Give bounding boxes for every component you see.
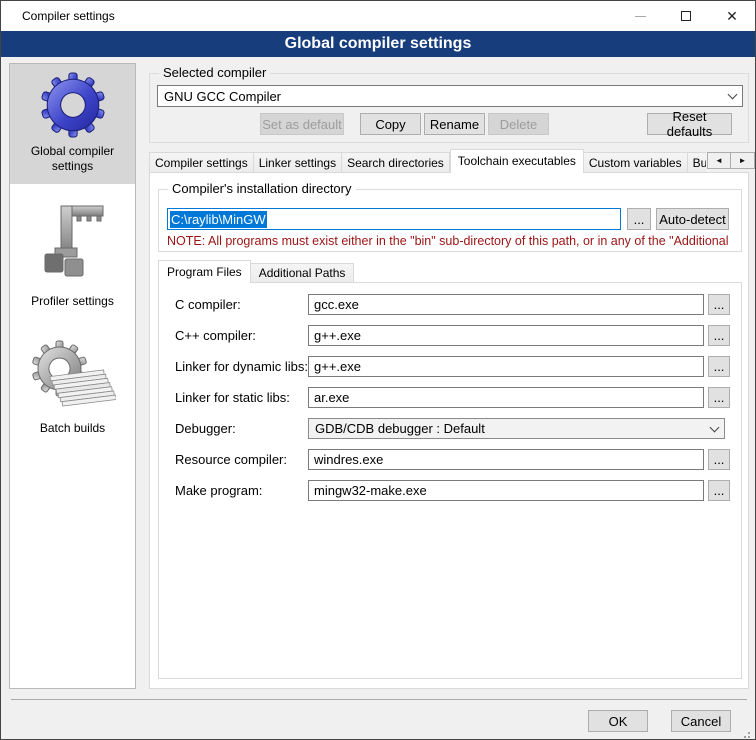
resource-compiler-label: Resource compiler: [175, 449, 287, 470]
tab-scroll-right-icon[interactable]: ► [731, 152, 755, 169]
make-program-label: Make program: [175, 480, 262, 501]
compiler-select[interactable]: GNU GCC Compiler [157, 85, 743, 107]
selected-compiler-legend: Selected compiler [159, 65, 270, 80]
compiler-settings-dialog: Compiler settings ✕ Global compiler sett… [0, 0, 756, 740]
minimize-icon [635, 16, 646, 17]
tab-search-directories[interactable]: Search directories [342, 152, 450, 173]
cancel-button[interactable]: Cancel [671, 710, 731, 732]
sidebar-item-profiler-settings[interactable]: Profiler settings [10, 196, 135, 319]
c-compiler-browse-button[interactable]: ... [708, 294, 730, 315]
resource-compiler-browse-button[interactable]: ... [708, 449, 730, 470]
settings-tab-strip: Compiler settings Linker settings Search… [149, 149, 706, 173]
subtab-additional-paths[interactable]: Additional Paths [251, 263, 355, 283]
page-title: Global compiler settings [1, 31, 755, 57]
sidebar-item-label: Batch builds [40, 421, 105, 435]
compiler-select-value: GNU GCC Compiler [164, 89, 281, 104]
sidebar-item-batch-builds[interactable]: Batch builds [10, 331, 135, 446]
footer-divider [11, 699, 747, 700]
close-button[interactable]: ✕ [709, 1, 755, 31]
linker-static-browse-button[interactable]: ... [708, 387, 730, 408]
window-title: Compiler settings [1, 9, 115, 23]
installation-directory-input[interactable]: C:\raylib\MinGW [167, 208, 621, 230]
debugger-label: Debugger: [175, 418, 236, 439]
linker-dynamic-browse-button[interactable]: ... [708, 356, 730, 377]
tab-scroll-buttons: ◄ ► [707, 152, 755, 169]
form-row-linker-static: Linker for static libs: ... [159, 387, 741, 408]
make-program-browse-button[interactable]: ... [708, 480, 730, 501]
reset-defaults-button[interactable]: Reset defaults [647, 113, 732, 135]
tab-compiler-settings[interactable]: Compiler settings [149, 152, 254, 173]
tab-custom-variables[interactable]: Custom variables [584, 152, 688, 173]
form-row-cpp-compiler: C++ compiler: ... [159, 325, 741, 346]
form-row-make-program: Make program: ... [159, 480, 741, 501]
linker-dynamic-label: Linker for dynamic libs: [175, 356, 308, 377]
title-bar: Compiler settings ✕ [1, 1, 755, 31]
cpp-compiler-browse-button[interactable]: ... [708, 325, 730, 346]
note-text: NOTE: All programs must exist either in … [167, 234, 739, 248]
tab-linker-settings[interactable]: Linker settings [254, 152, 342, 173]
sidebar-item-global-compiler-settings[interactable]: Global compiler settings [10, 64, 135, 184]
c-compiler-input[interactable] [308, 294, 704, 315]
window-controls: ✕ [617, 1, 755, 31]
rename-button[interactable]: Rename [424, 113, 485, 135]
gray-gear-stack-icon [14, 339, 131, 415]
debugger-select[interactable]: GDB/CDB debugger : Default [308, 418, 725, 439]
form-row-debugger: Debugger: GDB/CDB debugger : Default [159, 418, 741, 439]
installation-directory-legend: Compiler's installation directory [168, 181, 356, 196]
tab-scroll-left-icon[interactable]: ◄ [707, 152, 731, 169]
delete-button[interactable]: Delete [488, 113, 549, 135]
caliper-icon [14, 204, 131, 288]
copy-button[interactable]: Copy [360, 113, 421, 135]
browse-directory-button[interactable]: ... [627, 208, 651, 230]
linker-static-input[interactable] [308, 387, 704, 408]
chevron-down-icon [710, 422, 720, 432]
subtab-program-files[interactable]: Program Files [158, 260, 251, 283]
program-subtab-strip: Program Files Additional Paths [158, 260, 354, 283]
form-row-resource-compiler: Resource compiler: ... [159, 449, 741, 470]
settings-sidebar: Global compiler settings [9, 63, 136, 689]
blue-gear-icon [14, 72, 131, 138]
installation-directory-value: C:\raylib\MinGW [170, 211, 267, 228]
selected-compiler-group: Selected compiler GNU GCC Compiler Set a… [149, 73, 749, 143]
auto-detect-button[interactable]: Auto-detect [656, 208, 729, 230]
toolchain-executables-panel: Compiler's installation directory C:\ray… [149, 172, 749, 689]
cpp-compiler-label: C++ compiler: [175, 325, 256, 346]
tab-toolchain-executables[interactable]: Toolchain executables [450, 149, 584, 173]
installation-directory-group: Compiler's installation directory C:\ray… [158, 189, 742, 252]
sidebar-item-label: Global compiler settings [31, 144, 114, 173]
sidebar-item-label: Profiler settings [31, 294, 114, 308]
linker-dynamic-input[interactable] [308, 356, 704, 377]
chevron-down-icon [728, 90, 738, 100]
tab-build-options[interactable]: Build options [688, 152, 706, 173]
maximize-button[interactable] [663, 1, 709, 31]
linker-static-label: Linker for static libs: [175, 387, 290, 408]
ok-button[interactable]: OK [588, 710, 648, 732]
c-compiler-label: C compiler: [175, 294, 241, 315]
form-row-linker-dynamic: Linker for dynamic libs: ... [159, 356, 741, 377]
make-program-input[interactable] [308, 480, 704, 501]
maximize-icon [681, 11, 691, 21]
minimize-button[interactable] [617, 1, 663, 31]
close-icon: ✕ [726, 9, 738, 23]
program-files-panel: C compiler: ... C++ compiler: ... Linker… [158, 282, 742, 679]
form-row-c-compiler: C compiler: ... [159, 294, 741, 315]
cpp-compiler-input[interactable] [308, 325, 704, 346]
debugger-select-value: GDB/CDB debugger : Default [315, 421, 485, 436]
resource-compiler-input[interactable] [308, 449, 704, 470]
resize-grip[interactable] [748, 732, 750, 734]
set-as-default-button[interactable]: Set as default [260, 113, 344, 135]
